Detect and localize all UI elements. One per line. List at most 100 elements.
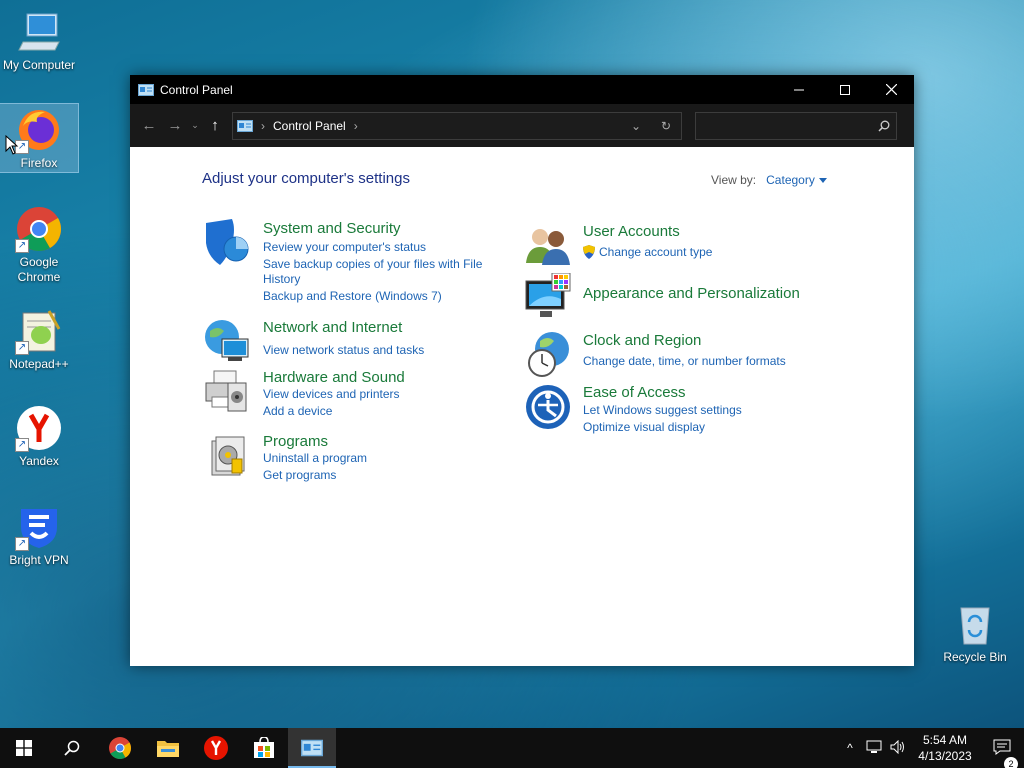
link-optimize-visual-display[interactable]: Optimize visual display — [583, 420, 705, 435]
desktop-icon-notepad-plus-plus[interactable]: ↗ Notepad++ — [0, 307, 78, 372]
link-change-account-type[interactable]: Change account type — [599, 245, 712, 260]
speaker-icon — [890, 739, 904, 754]
taskbar-microsoft-store[interactable] — [240, 728, 288, 768]
forward-button[interactable]: → — [162, 113, 188, 139]
category-title-clock-and-region[interactable]: Clock and Region — [583, 332, 701, 349]
minimize-button[interactable] — [776, 75, 822, 104]
maximize-icon — [840, 84, 850, 95]
search-icon — [878, 120, 890, 132]
link-backup-and-restore[interactable]: Backup and Restore (Windows 7) — [263, 289, 442, 304]
category-ease-of-access: Ease of Access Let Windows suggest setti… — [524, 383, 844, 435]
title-bar[interactable]: Control Panel — [130, 75, 914, 104]
monitor-icon[interactable] — [524, 272, 572, 321]
action-center-button[interactable]: 2 — [980, 739, 1024, 768]
taskbar-clock[interactable]: 5:54 AM 4/13/2023 — [910, 732, 980, 764]
desktop-icon-yandex[interactable]: ↗ Yandex — [0, 404, 78, 469]
up-button[interactable]: ↑ — [202, 113, 228, 139]
link-save-backup-copies[interactable]: Save backup copies of your files with Fi… — [263, 257, 482, 272]
chrome-icon: ↗ — [15, 205, 63, 253]
window-title: Control Panel — [160, 82, 233, 97]
link-change-date-time-formats[interactable]: Change date, time, or number formats — [583, 354, 786, 369]
link-review-computer-status[interactable]: Review your computer's status — [263, 240, 426, 255]
category-title-system-and-security[interactable]: System and Security — [263, 220, 401, 237]
breadcrumb-separator-icon[interactable]: › — [354, 119, 358, 133]
shortcut-arrow-icon: ↗ — [15, 239, 29, 253]
page-heading: Adjust your computer's settings — [202, 170, 410, 187]
search-button[interactable] — [48, 728, 96, 768]
shortcut-arrow-icon: ↗ — [15, 537, 29, 551]
category-title-user-accounts[interactable]: User Accounts — [583, 223, 680, 240]
network-tray-button[interactable] — [862, 740, 886, 757]
control-panel-icon — [138, 83, 154, 96]
recycle-bin-icon — [953, 602, 997, 646]
bright-vpn-icon: ↗ — [15, 503, 63, 551]
clock-globe-icon[interactable] — [524, 331, 572, 379]
yandex-icon: ↗ — [15, 404, 63, 452]
shield-icon[interactable] — [202, 219, 250, 267]
address-dropdown-button[interactable]: ⌄ — [621, 119, 651, 133]
desktop-icon-label: Firefox — [20, 156, 58, 170]
desktop-icon-label: Google Chrome — [17, 255, 61, 284]
link-get-programs[interactable]: Get programs — [263, 468, 336, 483]
category-title-network-and-internet[interactable]: Network and Internet — [263, 319, 402, 336]
search-box[interactable] — [695, 111, 897, 140]
control-panel-window: Control Panel ← → ⌄ ↑ › Control Panel › … — [130, 75, 914, 666]
dropdown-caret-icon[interactable] — [818, 178, 827, 184]
link-let-windows-suggest-settings[interactable]: Let Windows suggest settings — [583, 403, 742, 418]
desktop-icon-bright-vpn[interactable]: ↗ Bright VPN — [0, 503, 78, 568]
breadcrumb-control-panel[interactable]: Control Panel — [273, 119, 346, 133]
taskbar-chrome[interactable] — [96, 728, 144, 768]
recent-locations-button[interactable]: ⌄ — [188, 113, 202, 139]
link-view-devices-and-printers[interactable]: View devices and printers — [263, 387, 400, 402]
view-by: View by: Category — [711, 173, 827, 187]
show-hidden-icons-button[interactable]: ^ — [838, 741, 862, 755]
taskbar-yandex[interactable] — [192, 728, 240, 768]
category-title-hardware-and-sound[interactable]: Hardware and Sound — [263, 369, 405, 386]
notification-count-badge: 2 — [1004, 756, 1018, 768]
desktop-icon-recycle-bin[interactable]: Recycle Bin — [940, 602, 1010, 664]
category-appearance-and-personalization: Appearance and Personalization — [524, 272, 844, 321]
maximize-button[interactable] — [822, 75, 868, 104]
chevron-up-icon: ^ — [847, 741, 853, 755]
category-title-programs[interactable]: Programs — [263, 433, 328, 450]
link-view-network-status[interactable]: View network status and tasks — [263, 343, 424, 358]
back-button[interactable]: ← — [136, 113, 162, 139]
category-system-and-security: System and Security Review your computer… — [202, 219, 502, 309]
programs-icon[interactable] — [202, 431, 250, 479]
firefox-icon: ↗ — [15, 106, 63, 154]
taskbar-control-panel[interactable] — [288, 728, 336, 768]
notepad-plus-plus-icon: ↗ — [15, 307, 63, 355]
link-save-backup-copies-history[interactable]: History — [263, 272, 300, 287]
close-button[interactable] — [868, 75, 914, 104]
address-bar[interactable]: › Control Panel › ⌄ ↻ — [232, 111, 682, 140]
users-icon[interactable] — [524, 223, 572, 271]
category-clock-and-region: Clock and Region Change date, time, or n… — [524, 331, 844, 379]
view-by-label: View by: — [711, 173, 757, 187]
link-uninstall-a-program[interactable]: Uninstall a program — [263, 451, 367, 466]
printer-icon[interactable] — [202, 367, 250, 415]
link-add-a-device[interactable]: Add a device — [263, 404, 332, 419]
store-icon — [254, 737, 274, 758]
computer-icon — [15, 8, 63, 56]
shortcut-arrow-icon: ↗ — [15, 438, 29, 452]
volume-tray-button[interactable] — [886, 739, 910, 757]
desktop-icon-my-computer[interactable]: My Computer — [0, 8, 78, 73]
control-panel-icon — [301, 739, 323, 757]
network-icon[interactable] — [202, 317, 250, 365]
breadcrumb-separator-icon[interactable]: › — [261, 119, 265, 133]
desktop-icon-label: Bright VPN — [9, 553, 69, 567]
start-button[interactable] — [0, 728, 48, 768]
category-network-and-internet: Network and Internet View network status… — [202, 317, 502, 362]
view-by-dropdown[interactable]: Category — [766, 173, 815, 187]
windows-logo-icon — [16, 740, 32, 756]
refresh-button[interactable]: ↻ — [651, 119, 681, 133]
desktop-icon-chrome[interactable]: ↗ Google Chrome — [0, 205, 78, 285]
clock-time: 5:54 AM — [922, 733, 968, 747]
close-icon — [885, 84, 897, 95]
ease-of-access-icon[interactable] — [524, 383, 572, 431]
category-title-appearance-and-personalization[interactable]: Appearance and Personalization — [583, 285, 800, 302]
category-title-ease-of-access[interactable]: Ease of Access — [583, 384, 686, 401]
yandex-icon — [204, 736, 228, 760]
taskbar-file-explorer[interactable] — [144, 728, 192, 768]
navigation-bar: ← → ⌄ ↑ › Control Panel › ⌄ ↻ — [130, 104, 914, 147]
